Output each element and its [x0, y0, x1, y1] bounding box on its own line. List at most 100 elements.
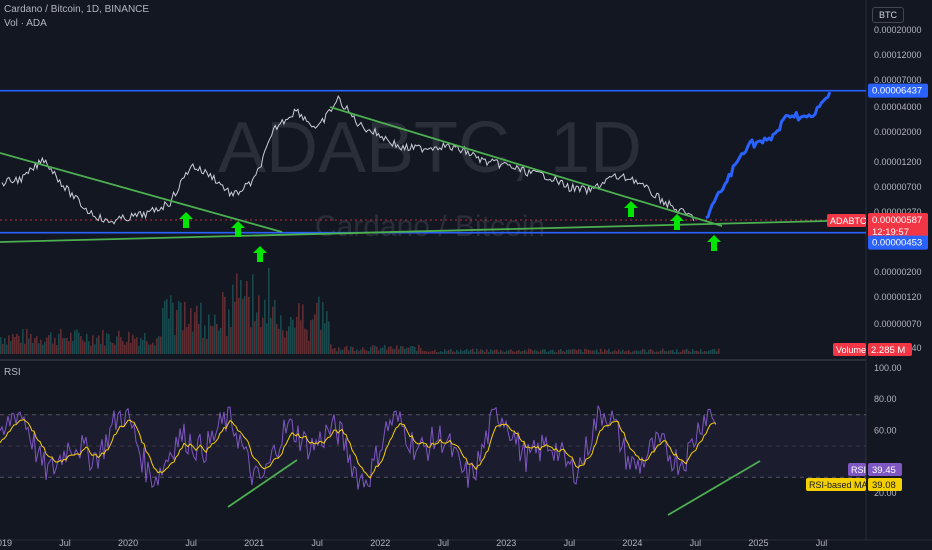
volume-bar — [598, 352, 600, 354]
volume-bar — [376, 346, 378, 354]
volume-bar — [446, 350, 448, 354]
price-tick: 0.00000070 — [874, 319, 922, 329]
volume-bar — [518, 350, 520, 354]
volume-bar — [460, 349, 462, 354]
volume-bar — [550, 349, 552, 354]
volume-bar — [390, 346, 392, 354]
volume-bar — [110, 341, 112, 354]
volume-bar — [274, 300, 276, 354]
time-label: 2019 — [0, 538, 12, 548]
volume-bar — [340, 349, 342, 354]
time-label: Jul — [59, 538, 71, 548]
volume-bar — [452, 351, 454, 354]
volume-bar — [512, 351, 514, 354]
volume-bar — [238, 297, 240, 354]
chart-svg[interactable]: ADABTC, 1DCardano / Bitcoin2019Jul2020Ju… — [0, 0, 932, 550]
volume-bar — [652, 350, 654, 354]
volume-bar — [590, 350, 592, 354]
volume-bar — [46, 337, 48, 354]
price-tick: 0.00002000 — [874, 127, 922, 137]
volume-bar — [682, 349, 684, 354]
volume-bar — [642, 348, 644, 354]
time-label: 2022 — [370, 538, 390, 548]
volume-bar — [294, 327, 296, 354]
symbol-title: Cardano / Bitcoin, 1D, BINANCE — [4, 4, 150, 15]
volume-bar — [188, 323, 190, 354]
volume-bar — [84, 342, 86, 354]
volume-bar — [324, 323, 326, 354]
time-label: Jul — [311, 538, 323, 548]
volume-bar — [112, 342, 114, 354]
volume-bar — [332, 348, 334, 354]
volume-bar — [184, 301, 186, 354]
volume-bar — [552, 349, 554, 354]
volume-bar — [368, 351, 370, 354]
volume-bar — [674, 351, 676, 354]
volume-bar — [484, 351, 486, 354]
volume-bar — [144, 333, 146, 354]
volume-bar — [448, 349, 450, 354]
volume-bar — [450, 348, 452, 354]
volume-bar — [140, 337, 142, 354]
price-tick: 0.00000120 — [874, 292, 922, 302]
volume-bar — [204, 325, 206, 354]
volume-bar — [284, 337, 286, 354]
volume-bar — [400, 345, 402, 354]
volume-label: Volume — [836, 345, 866, 355]
volume-bar — [706, 351, 708, 354]
volume-bar — [364, 349, 366, 354]
volume-title: Vol · ADA — [4, 18, 47, 29]
volume-bar — [246, 281, 248, 354]
volume-bar — [664, 350, 666, 354]
volume-bar — [60, 328, 62, 354]
volume-bar — [498, 351, 500, 354]
volume-bar — [660, 350, 662, 354]
volume-bar — [634, 350, 636, 354]
volume-bar — [286, 330, 288, 354]
volume-bar — [574, 349, 576, 354]
volume-bar — [170, 295, 172, 354]
volume-bar — [620, 351, 622, 354]
volume-bar — [4, 338, 6, 354]
volume-bar — [508, 350, 510, 354]
volume-bar — [644, 349, 646, 354]
volume-bar — [352, 347, 354, 354]
volume-bar — [214, 314, 216, 354]
volume-bar — [540, 350, 542, 354]
volume-bar — [66, 337, 68, 354]
currency-button[interactable]: BTC — [872, 7, 904, 23]
volume-bar — [148, 344, 150, 354]
volume-bar — [240, 279, 242, 354]
volume-bar — [362, 347, 364, 354]
volume-bar — [404, 349, 406, 354]
volume-bar — [128, 331, 130, 354]
volume-bar — [610, 351, 612, 354]
volume-bar — [176, 309, 178, 354]
time-label: Jul — [816, 538, 828, 548]
volume-bar — [272, 306, 274, 354]
rsi-value: 39.45 — [872, 465, 896, 476]
volume-bar — [76, 329, 78, 354]
volume-bar — [424, 350, 426, 354]
volume-bar — [482, 349, 484, 354]
volume-bar — [232, 284, 234, 354]
volume-bar — [696, 350, 698, 354]
volume-bar — [690, 351, 692, 354]
time-label: Jul — [438, 538, 450, 548]
volume-bar — [614, 350, 616, 354]
volume-bar — [94, 344, 96, 354]
volume-bar — [672, 349, 674, 354]
volume-bar — [202, 337, 204, 354]
volume-bar — [30, 333, 32, 354]
volume-bar — [28, 338, 30, 354]
rsi-tick: 80.00 — [874, 394, 897, 404]
symbol-badge: ADABTC — [830, 216, 867, 226]
volume-bar — [168, 318, 170, 354]
volume-bar — [594, 350, 596, 354]
watermark-name: Cardano / Bitcoin — [315, 210, 545, 243]
ma-value: 39.08 — [872, 480, 896, 491]
time-label: Jul — [690, 538, 702, 548]
volume-bar — [360, 349, 362, 354]
volume-bar — [208, 314, 210, 354]
volume-bar — [268, 267, 270, 354]
